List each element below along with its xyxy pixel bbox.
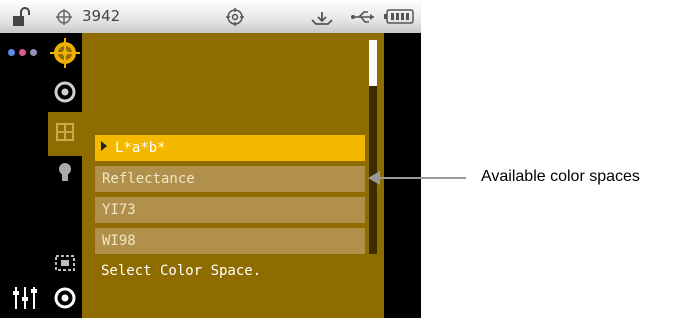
- target-icon: [226, 8, 244, 26]
- hint-text: Select Color Space.: [101, 263, 262, 279]
- settings-sliders-icon[interactable]: [12, 285, 38, 309]
- right-rail: [384, 33, 421, 318]
- scrollbar-thumb[interactable]: [369, 40, 377, 86]
- status-bar: 3942: [0, 0, 421, 33]
- callout-label: Available color spaces: [481, 168, 640, 185]
- selection-arrow-icon: [101, 141, 107, 151]
- dot-blue: [8, 49, 15, 56]
- option-wi98[interactable]: WI98: [95, 228, 365, 254]
- option-label: YI73: [102, 202, 136, 218]
- measurement-count: 3942: [82, 7, 121, 25]
- option-label: Reflectance: [102, 171, 195, 187]
- mode-rail: [0, 33, 44, 318]
- bulb-icon: [59, 163, 71, 181]
- callout-arrow-icon: [368, 171, 380, 185]
- battery-icon: [384, 9, 414, 24]
- tab-bulb[interactable]: [48, 152, 82, 196]
- tab-ring[interactable]: [48, 70, 82, 114]
- color-dots-icon[interactable]: [8, 49, 42, 57]
- ring-icon: [54, 81, 76, 103]
- ring-icon: [54, 287, 76, 309]
- grid-icon: [56, 123, 74, 141]
- option-label: L*a*b*: [115, 140, 166, 156]
- tab-grid[interactable]: [48, 112, 82, 156]
- option-yi73[interactable]: YI73: [95, 197, 365, 223]
- tab-ring-bottom[interactable]: [48, 276, 82, 318]
- dot-lilac: [30, 49, 37, 56]
- usb-icon: [351, 11, 374, 23]
- crosshair-icon: [56, 9, 72, 25]
- dot-pink: [19, 49, 26, 56]
- option-label: WI98: [102, 233, 136, 249]
- option-reflectance[interactable]: Reflectance: [95, 166, 365, 192]
- callout-line: [372, 177, 466, 179]
- lock-open-icon: [13, 7, 30, 26]
- device-screen: 3942 L*a*b* Reflectance YI73 WI98 Select…: [0, 0, 421, 318]
- tray-icon: [311, 12, 333, 25]
- option-lab[interactable]: L*a*b*: [95, 135, 365, 161]
